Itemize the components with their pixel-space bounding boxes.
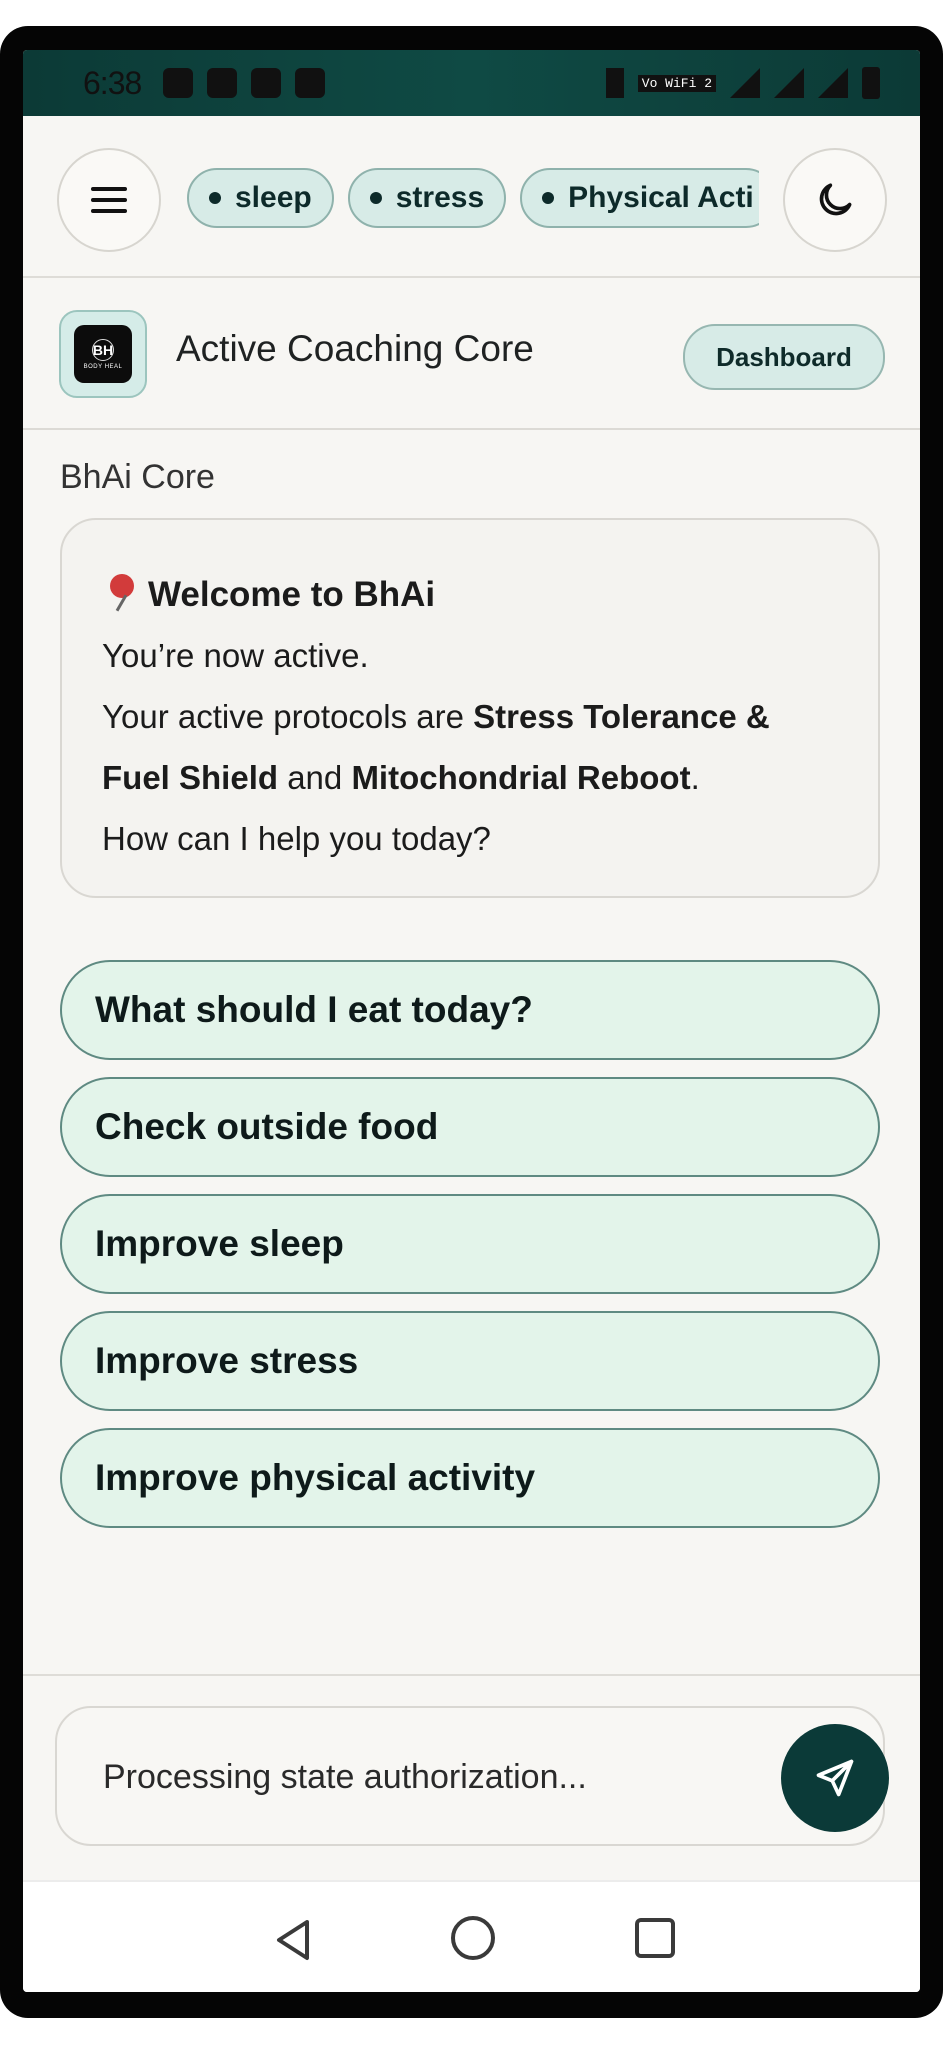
send-button[interactable] [781, 1724, 889, 1832]
menu-button[interactable] [57, 148, 161, 252]
welcome-line-2: Your active protocols are Stress Toleran… [102, 686, 838, 808]
chip-physical-activity[interactable]: Physical Acti [520, 168, 759, 228]
chip-label: sleep [235, 181, 312, 214]
signal-icon-2 [818, 68, 848, 98]
bluetooth-icon [605, 68, 624, 98]
welcome-message: Welcome to BhAi You’re now active. Your … [60, 518, 880, 898]
top-bar: sleep stress Physical Acti [23, 116, 920, 278]
hamburger-icon [91, 180, 127, 220]
page-title: Active Coaching Core [176, 328, 534, 369]
suggestion-what-to-eat[interactable]: What should I eat today? [60, 960, 880, 1060]
phone-frame: 6:38 Vo WiFi 2 sleep stress Physical Act… [0, 26, 943, 2018]
pushpin-icon [102, 572, 142, 612]
signal-icon [774, 68, 804, 98]
app-icon [295, 68, 326, 98]
chip-label: stress [395, 181, 485, 214]
suggestion-list: What should I eat today? Check outside f… [60, 960, 880, 1545]
android-nav-bar [23, 1880, 920, 1992]
theme-toggle-button[interactable] [783, 148, 887, 252]
system-icons: Vo WiFi 2 [605, 67, 880, 99]
notification-icons [163, 68, 326, 98]
line2-prefix: Your active protocols are [102, 698, 474, 735]
welcome-line-1: You’re now active. [102, 637, 369, 674]
home-icon[interactable] [451, 1916, 495, 1960]
send-icon [816, 1759, 854, 1797]
logo-text: BH [92, 338, 114, 361]
dot-icon [542, 192, 555, 204]
chip-sleep[interactable]: sleep [187, 168, 334, 228]
line2-and: and [278, 759, 352, 796]
composer [23, 1674, 920, 1882]
suggestion-improve-sleep[interactable]: Improve sleep [60, 1194, 880, 1294]
news-icon [251, 68, 282, 98]
chip-stress[interactable]: stress [347, 168, 507, 228]
dashboard-button[interactable]: Dashboard [683, 324, 885, 390]
message-icon [207, 68, 238, 98]
recents-icon[interactable] [635, 1918, 675, 1958]
protocol-2: Mitochondrial Reboot [351, 759, 691, 796]
message-input-box [55, 1706, 889, 1846]
welcome-title-row: Welcome to BhAi [102, 564, 838, 625]
topic-chips: sleep stress Physical Acti [187, 168, 759, 230]
suggestion-improve-activity[interactable]: Improve physical activity [60, 1428, 880, 1528]
welcome-line-3: How can I help you today? [102, 820, 491, 857]
app-logo: BH BODY HEAL [59, 310, 147, 398]
message-sender: BhAi Core [60, 458, 215, 496]
vowifi-icon: Vo WiFi 2 [637, 74, 716, 92]
chip-label: Physical Acti [568, 181, 754, 214]
status-time: 6:38 [83, 64, 142, 101]
moon-icon [819, 183, 852, 216]
dot-icon [209, 192, 221, 204]
welcome-title: Welcome to BhAi [148, 575, 436, 614]
logo-mark: BH BODY HEAL [74, 325, 132, 383]
message-input[interactable] [101, 1748, 705, 1806]
page-header: BH BODY HEAL Active Coaching Core Dashbo… [23, 278, 920, 430]
line2-suffix: . [690, 759, 700, 796]
dot-icon [369, 192, 382, 204]
instagram-icon [163, 68, 194, 98]
logo-subtext: BODY HEAL [83, 363, 123, 370]
status-bar: 6:38 Vo WiFi 2 [23, 50, 920, 116]
wifi-icon [730, 68, 760, 98]
back-icon[interactable] [273, 1918, 313, 1962]
battery-icon [862, 67, 880, 99]
screen: 6:38 Vo WiFi 2 sleep stress Physical Act… [23, 50, 920, 1992]
suggestion-improve-stress[interactable]: Improve stress [60, 1311, 880, 1411]
suggestion-outside-food[interactable]: Check outside food [60, 1077, 880, 1177]
